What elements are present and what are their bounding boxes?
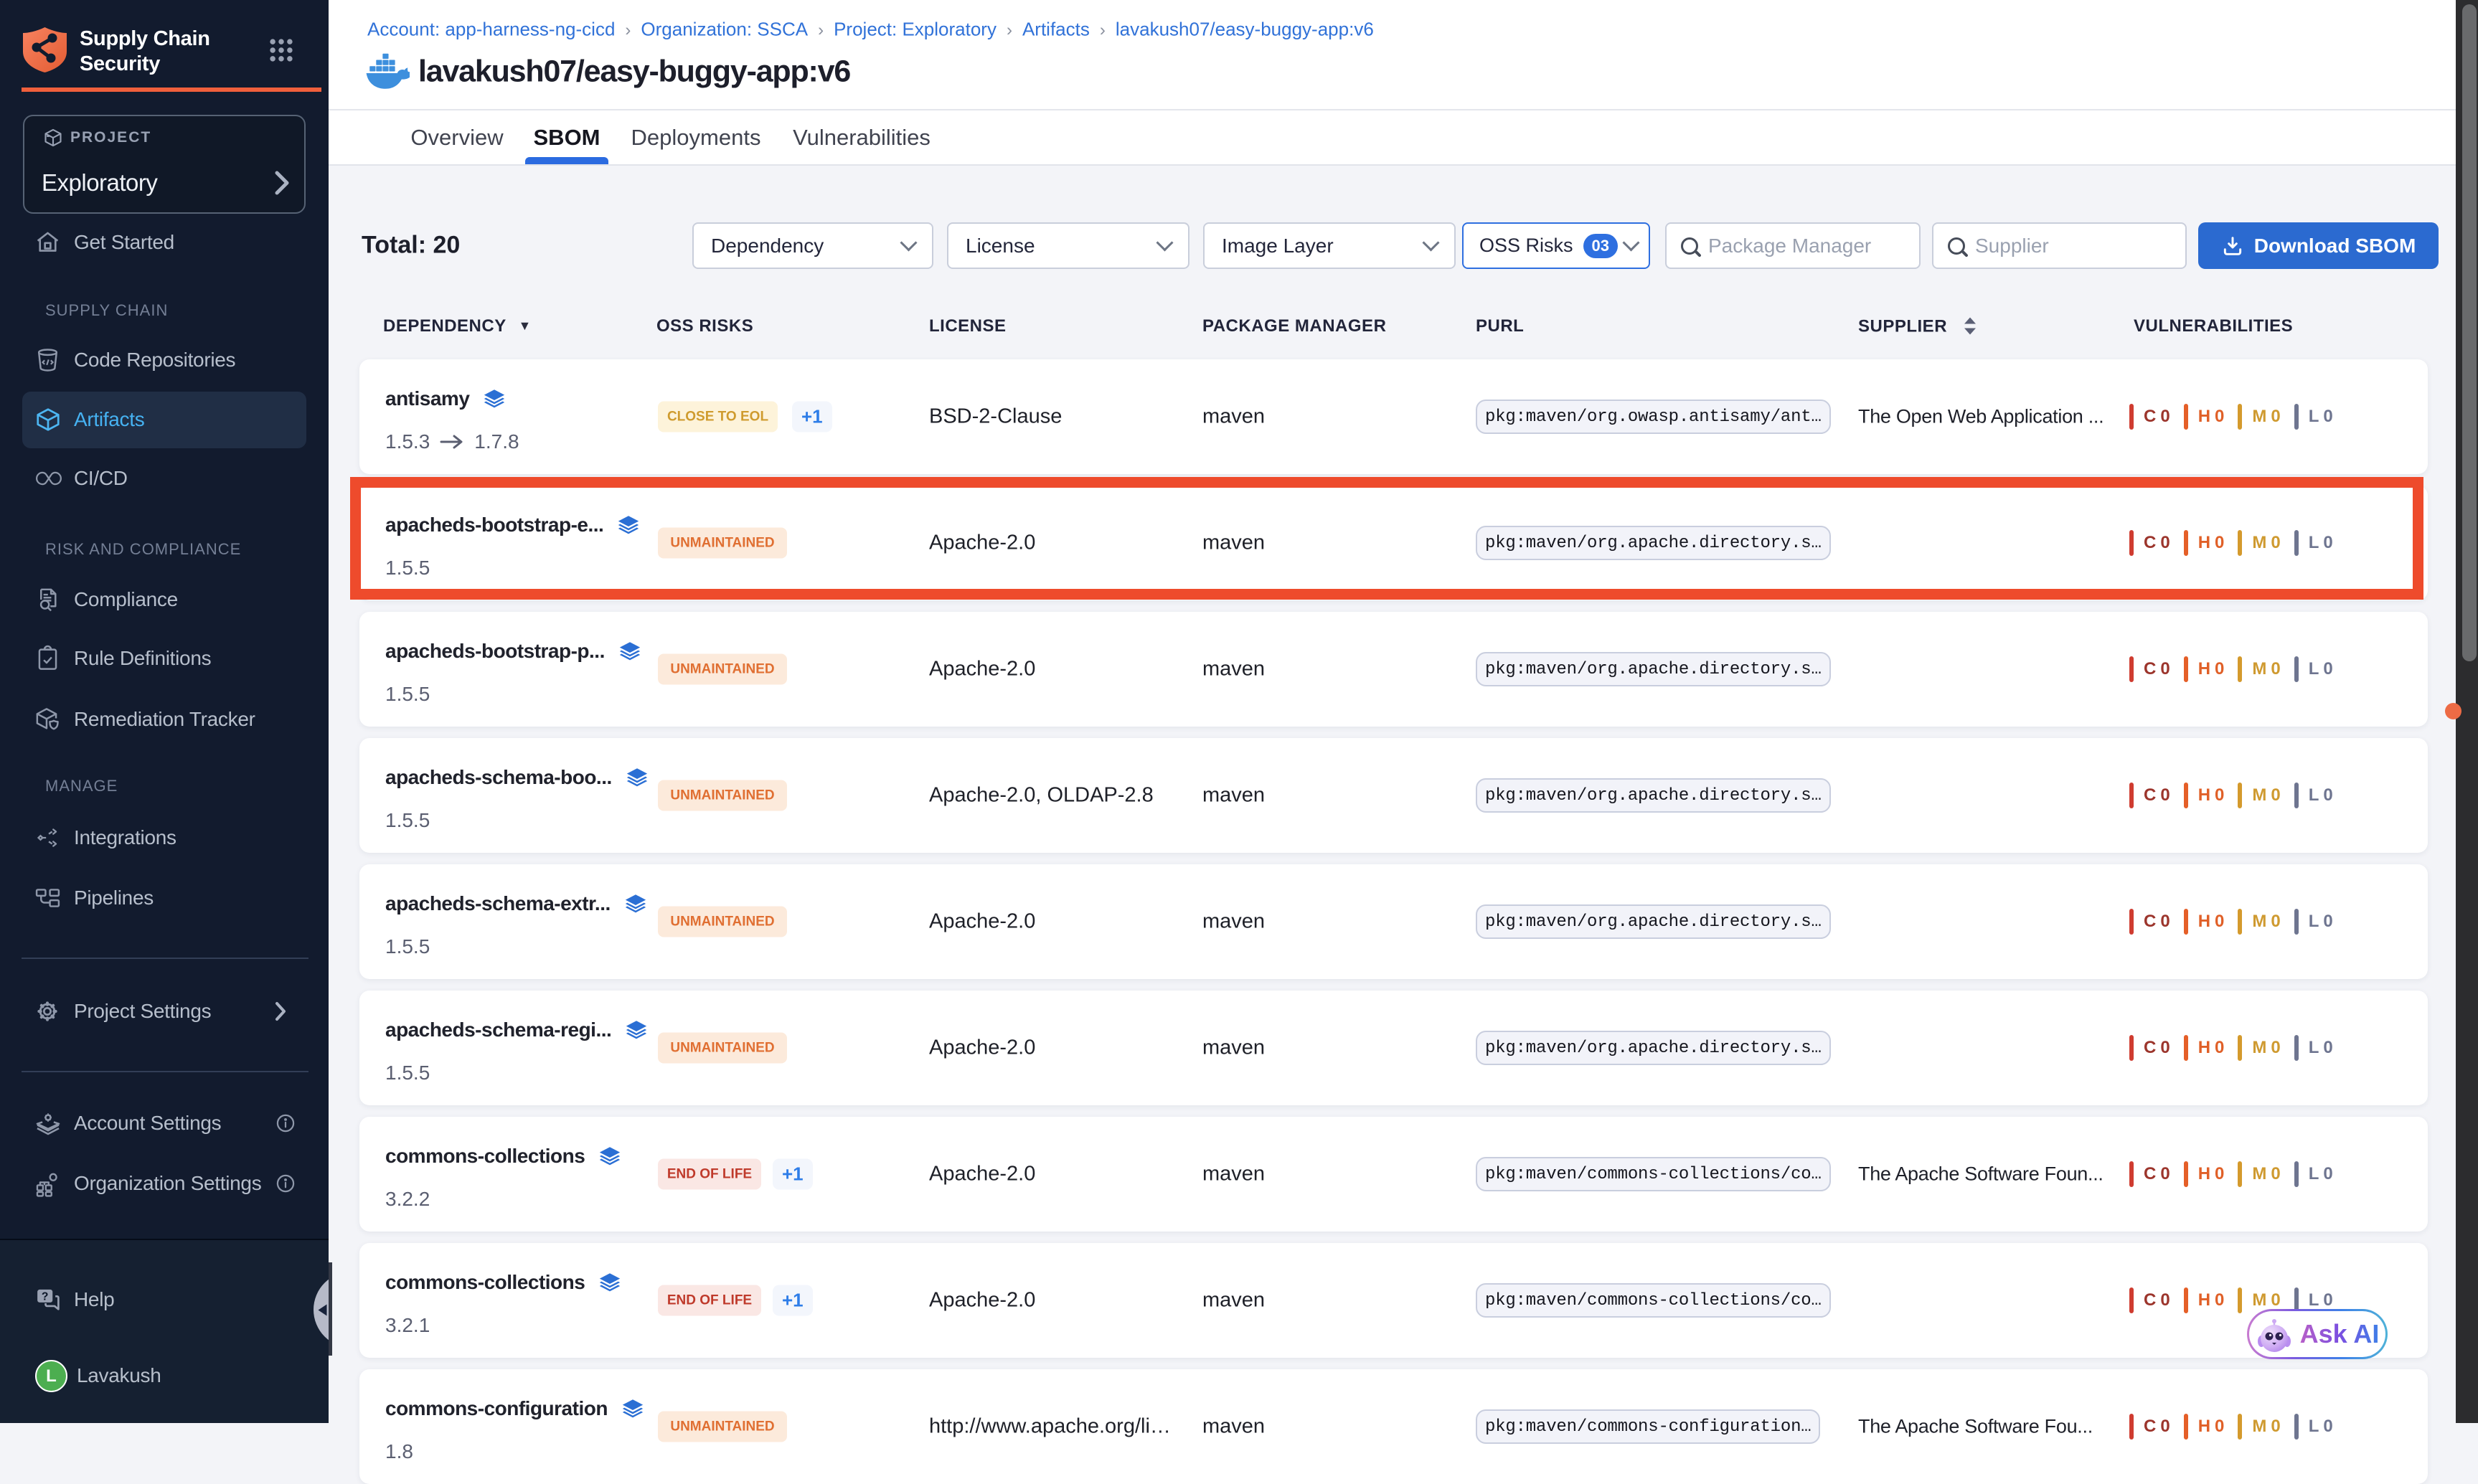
svg-text:?: ? xyxy=(42,1290,49,1303)
